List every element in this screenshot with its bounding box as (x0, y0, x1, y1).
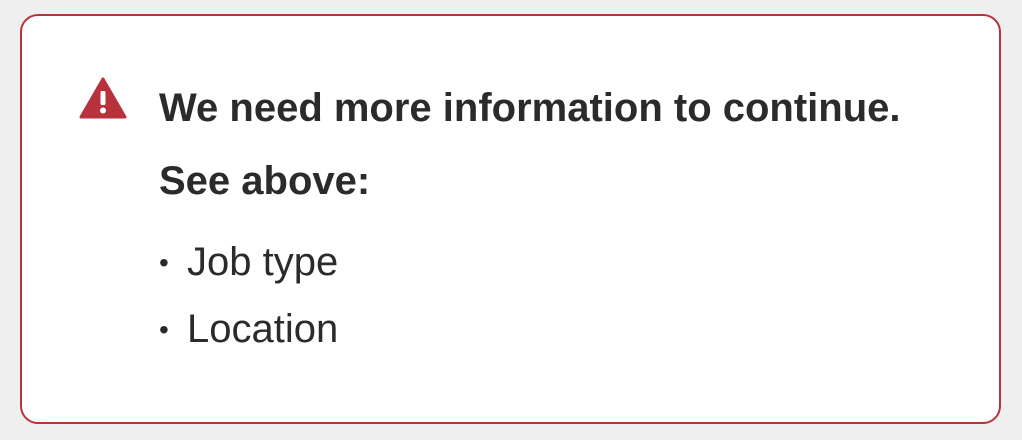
error-alert-box: We need more information to continue. Se… (20, 14, 1001, 424)
missing-field-job-type: Job type (159, 229, 338, 296)
missing-field-location: Location (159, 296, 338, 363)
missing-fields-list: Job type Location (159, 229, 338, 363)
alert-title: We need more information to continue. Se… (159, 86, 901, 203)
warning-triangle-icon (79, 77, 127, 119)
